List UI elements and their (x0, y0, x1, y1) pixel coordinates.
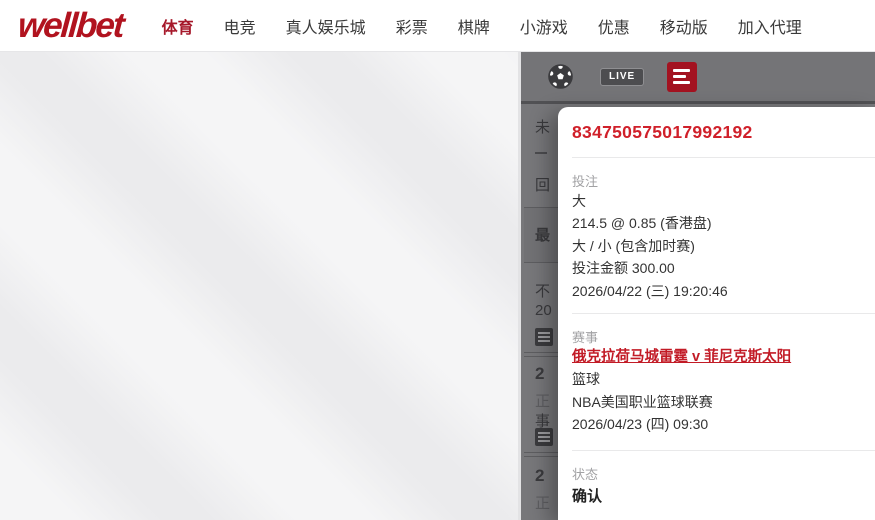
page-background (0, 52, 518, 520)
status-section-label: 状态 (572, 466, 599, 482)
obscured-text: 回 (535, 177, 551, 194)
status-value: 确认 (572, 487, 603, 505)
obscured-page-content: 未 回 最 不 20 2 正 事 2 正 (521, 104, 558, 520)
bet-selection: 大 (572, 193, 586, 209)
main-nav: 体育 电竞 真人娱乐城 彩票 棋牌 小游戏 优惠 移动版 加入代理 (147, 14, 817, 38)
obscured-divider (524, 262, 558, 263)
bet-slip-toolbar: LIVE (521, 52, 875, 104)
bet-market: 大 / 小 (包含加时赛) (572, 237, 695, 254)
nav-item-join-affiliate[interactable]: 加入代理 (738, 14, 802, 38)
obscured-divider (524, 352, 558, 353)
event-start-time: 2026/04/23 (四) 09:30 (572, 416, 709, 433)
nav-item-live-casino[interactable]: 真人娱乐城 (286, 14, 366, 38)
obscured-text: 正 (535, 495, 551, 512)
bet-section-label: 投注 (572, 174, 599, 189)
bet-line-odds: 214.5 @ 0.85 (香港盘) (572, 215, 712, 232)
obscured-bet-list-icon (535, 428, 553, 446)
obscured-text: 最 (535, 227, 551, 244)
nav-item-mini-games[interactable]: 小游戏 (520, 14, 568, 38)
page: wellbet 体育 电竞 真人娱乐城 彩票 棋牌 小游戏 优惠 移动版 加入代… (0, 0, 875, 520)
soccer-ball-icon[interactable] (548, 64, 573, 89)
bet-stake: 投注金额 300.00 (572, 260, 675, 277)
nav-item-lottery[interactable]: 彩票 (396, 14, 428, 38)
obscured-text: 正 (535, 393, 551, 410)
obscured-divider (535, 152, 547, 154)
divider (572, 157, 875, 158)
event-league: NBA美国职业篮球联赛 (572, 393, 713, 410)
event-sport: 篮球 (572, 371, 600, 388)
live-badge[interactable]: LIVE (600, 67, 645, 86)
obscured-text: 未 (535, 119, 551, 136)
divider (572, 449, 875, 451)
obscured-bet-list-icon (535, 328, 553, 346)
bet-detail-popup: 834750575017992192 投注 大 214.5 @ 0.85 (香港… (558, 107, 875, 520)
obscured-text: 2 (535, 466, 545, 485)
obscured-divider (524, 356, 558, 357)
bet-placed-time: 2026/04/22 (三) 19:20:46 (572, 282, 728, 299)
event-section-label: 赛事 (572, 330, 599, 346)
divider (572, 313, 875, 315)
nav-item-sports[interactable]: 体育 (162, 14, 194, 38)
nav-item-promotions[interactable]: 优惠 (598, 14, 630, 38)
obscured-text: 2 (535, 364, 545, 383)
bet-list-icon[interactable] (667, 61, 698, 92)
obscured-text: 20 (535, 302, 552, 319)
brand-logo[interactable]: wellbet (17, 6, 124, 46)
obscured-divider (524, 456, 558, 457)
site-header: wellbet 体育 电竞 真人娱乐城 彩票 棋牌 小游戏 优惠 移动版 加入代… (0, 0, 875, 52)
bet-id: 834750575017992192 (572, 122, 753, 142)
obscured-text: 不 (535, 283, 551, 300)
obscured-divider (524, 452, 558, 453)
match-link[interactable]: 俄克拉荷马城雷霆 v 菲尼克斯太阳 (572, 346, 791, 368)
nav-item-card-games[interactable]: 棋牌 (458, 14, 490, 38)
nav-item-mobile-version[interactable]: 移动版 (660, 14, 708, 38)
nav-item-esports[interactable]: 电竞 (224, 14, 256, 38)
